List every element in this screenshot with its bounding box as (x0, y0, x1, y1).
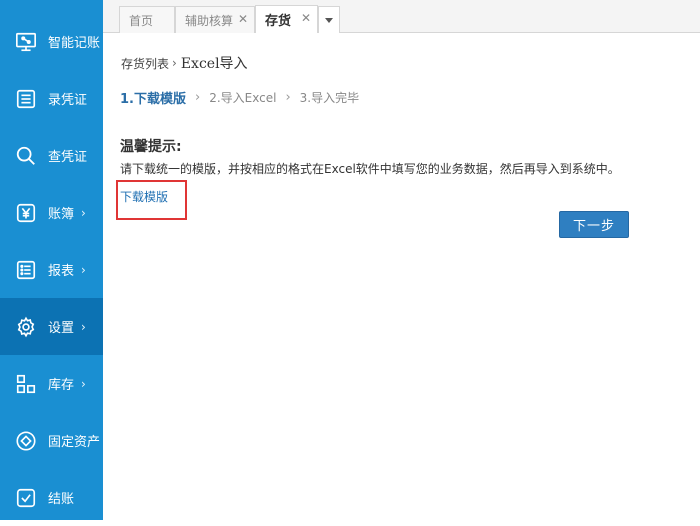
sidebar-item-label: 报表 (48, 264, 75, 279)
sidebar-item-reports[interactable]: 报表 › (0, 241, 103, 298)
yen-icon (14, 201, 38, 225)
sidebar-item-ledger[interactable]: 账簿 › (0, 184, 103, 241)
step-import-complete: 3.导入完毕 (299, 91, 360, 105)
download-template-link[interactable]: 下载模版 (120, 188, 168, 205)
sidebar-item-label: 设置 (48, 321, 75, 336)
sidebar-item-label: 固定资产 (48, 435, 101, 450)
main-content: 存货列表 › Excel导入 1.下载模版 › 2.导入Excel › 3.导入… (103, 33, 700, 520)
close-icon[interactable]: ✕ (238, 12, 248, 26)
report-list-icon (14, 258, 38, 282)
sidebar-item-enter-voucher[interactable]: 录凭证 (0, 70, 103, 127)
page-title: Excel导入 (180, 56, 248, 72)
chevron-right-icon: › (81, 319, 86, 334)
sidebar-item-label: 智能记账 (48, 36, 101, 51)
chevron-right-icon: › (81, 205, 86, 220)
import-steps: 1.下载模版 › 2.导入Excel › 3.导入完毕 (120, 88, 359, 107)
close-icon[interactable]: ✕ (301, 11, 311, 25)
sidebar-item-inventory[interactable]: 库存 › (0, 355, 103, 412)
step-import-excel: 2.导入Excel (209, 91, 277, 105)
sidebar-item-settings[interactable]: 设置 › (0, 298, 103, 355)
inventory-grid-icon (14, 372, 38, 396)
chevron-right-icon: › (81, 262, 86, 277)
tab-bar: 首页 辅助核算 ✕ 存货 ✕ (103, 0, 700, 33)
tab-overflow-dropdown[interactable] (318, 6, 340, 33)
search-icon (14, 144, 38, 168)
tab-label: 存货 (265, 14, 292, 29)
monitor-icon (14, 30, 38, 54)
caret-down-icon (325, 17, 333, 23)
breadcrumb: 存货列表 › Excel导入 (121, 53, 248, 73)
sidebar-item-close-accounts[interactable]: 结账 (0, 469, 103, 526)
chevron-right-icon: › (194, 90, 201, 105)
sidebar-item-query-voucher[interactable]: 查凭证 (0, 127, 103, 184)
sidebar-item-label: 结账 (48, 492, 75, 507)
sidebar-item-label: 账簿 (48, 207, 75, 222)
breadcrumb-separator: › (172, 56, 177, 70)
chevron-right-icon: › (285, 90, 291, 105)
tab-home[interactable]: 首页 (119, 6, 175, 33)
tip-title: 温馨提示: (120, 139, 182, 155)
voucher-entry-icon (14, 87, 38, 111)
sidebar-item-smart-bookkeeping[interactable]: 智能记账 (0, 13, 103, 70)
tab-label: 辅助核算 (185, 13, 234, 28)
sidebar-item-fixed-assets[interactable]: 固定资产 (0, 412, 103, 469)
chevron-right-icon: › (81, 376, 86, 391)
step-download-template: 1.下载模版 (120, 92, 186, 107)
tab-auxiliary-accounting[interactable]: 辅助核算 ✕ (175, 6, 255, 33)
gear-icon (14, 315, 38, 339)
sidebar-item-label: 库存 (48, 378, 75, 393)
sidebar-item-label: 录凭证 (48, 93, 88, 108)
breadcrumb-parent[interactable]: 存货列表 (121, 55, 169, 72)
next-step-button[interactable]: 下一步 (559, 211, 629, 238)
sidebar: 智能记账 录凭证 查凭证 账簿 › 报表 › 设置 › 库存 › 固定资产 结账 (0, 0, 103, 520)
asset-diamond-icon (14, 429, 38, 453)
tip-text: 请下载统一的模版，并按相应的格式在Excel软件中填写您的业务数据，然后再导入到… (120, 162, 620, 176)
sidebar-item-label: 查凭证 (48, 150, 88, 165)
tab-inventory[interactable]: 存货 ✕ (255, 5, 318, 33)
tab-label: 首页 (129, 13, 154, 28)
checkbox-icon (14, 486, 38, 510)
